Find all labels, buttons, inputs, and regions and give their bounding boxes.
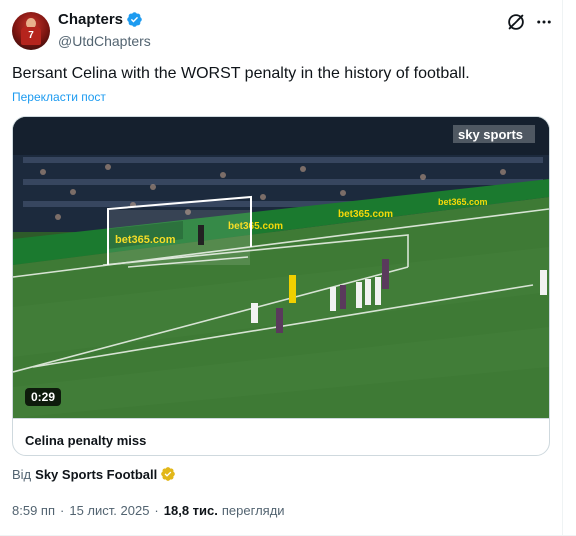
tweet-time[interactable]: 8:59 пп [12, 503, 55, 518]
views-label: перегляди [221, 503, 285, 518]
tweet-meta: 8:59 пп · 15 лист. 2025 · 18,8 тис. пере… [12, 503, 285, 518]
more-options-button[interactable] [533, 11, 555, 33]
meta-separator: · [60, 503, 65, 518]
broadcaster-logo: sky sports [458, 127, 523, 142]
tweet-text: Bersant Celina with the WORST penalty in… [12, 65, 470, 82]
video-card[interactable]: bet365.com bet365.com bet365.com bet365.… [12, 116, 550, 456]
more-dots-icon [537, 20, 551, 24]
tweet-card[interactable]: 7 Chapters @UtdChapters Bersant Celina w… [0, 0, 576, 536]
video-player[interactable]: bet365.com bet365.com bet365.com bet365.… [13, 117, 549, 418]
video-frame: bet365.com bet365.com bet365.com bet365.… [13, 117, 549, 418]
media-source: Від Sky Sports Football [12, 466, 176, 482]
tweet-date[interactable]: 15 лист. 2025 [69, 503, 149, 518]
author-name-row: Chapters [58, 11, 143, 28]
video-title[interactable]: Celina penalty miss [25, 433, 146, 448]
avatar[interactable]: 7 [12, 12, 50, 50]
ad-board-text: bet365.com [438, 197, 488, 207]
gold-affiliate-badge-icon [161, 467, 176, 481]
grok-icon[interactable] [505, 11, 527, 33]
avatar-number: 7 [28, 30, 34, 41]
author-handle[interactable]: @UtdChapters [58, 33, 151, 49]
source-name[interactable]: Sky Sports Football [35, 467, 157, 482]
source-prefix: Від [12, 466, 32, 482]
verified-badge-icon [127, 12, 142, 27]
translate-post-link[interactable]: Перекласти пост [12, 90, 106, 104]
author-display-name[interactable]: Chapters [58, 11, 123, 28]
card-divider [13, 418, 549, 419]
meta-separator: · [154, 503, 159, 518]
column-border [562, 0, 563, 536]
views-count: 18,8 тис. [163, 503, 218, 518]
video-duration-badge: 0:29 [25, 388, 62, 406]
